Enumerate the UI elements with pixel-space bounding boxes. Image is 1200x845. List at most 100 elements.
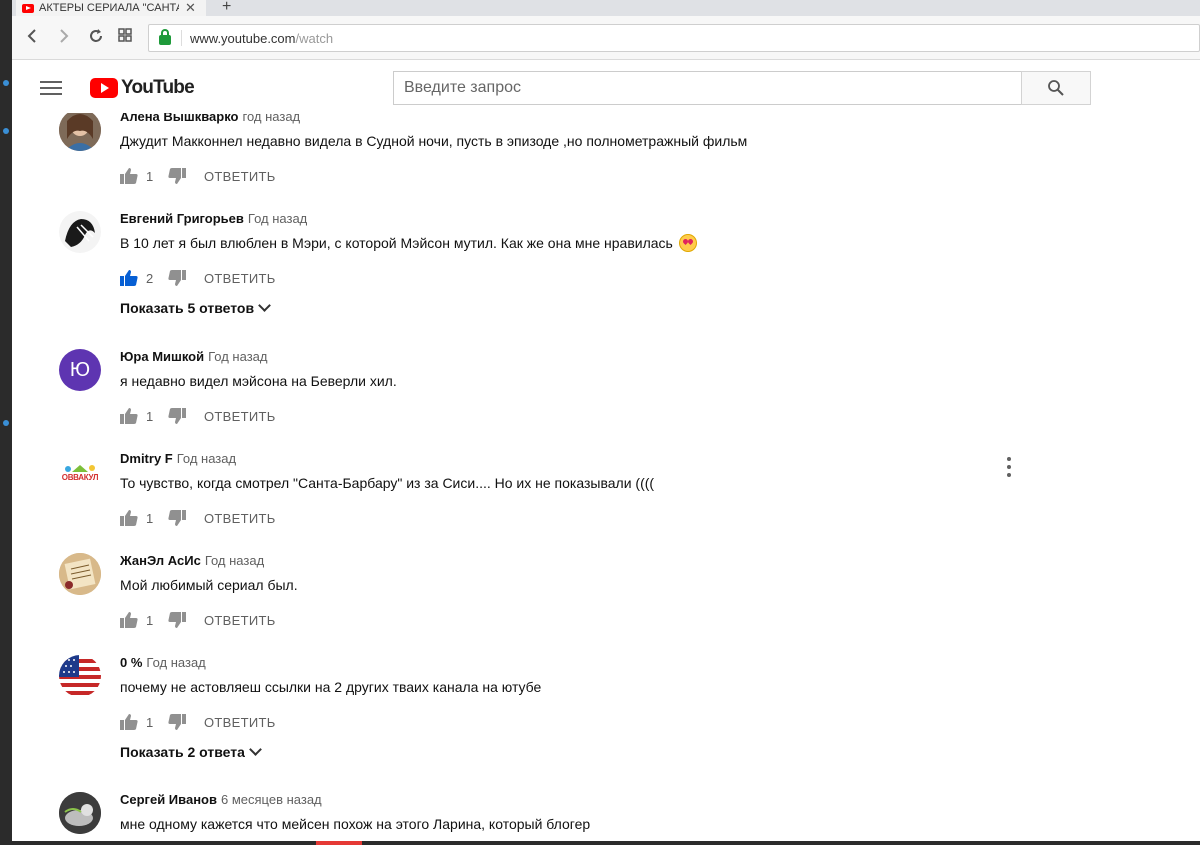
comment-author[interactable]: Алена Вышкварко	[120, 113, 239, 124]
comment-text-row: В 10 лет я был влюблен в Мэри, с которой…	[120, 233, 1020, 253]
comment-text: То чувство, когда смотрел "Санта-Барбару…	[120, 475, 655, 491]
address-bar[interactable]: www.youtube.com /watch	[148, 24, 1200, 52]
comment-body: ЖанЭл АсИс Год назад Мой любимый сериал б…	[120, 553, 1020, 630]
search-button[interactable]	[1021, 71, 1091, 105]
guide-menu-icon[interactable]	[40, 81, 62, 95]
comment-author[interactable]: Dmitry F	[120, 451, 173, 466]
show-replies-button[interactable]: Показать 2 ответа	[120, 743, 1020, 760]
avatar[interactable]	[59, 655, 101, 697]
us-flag-icon	[59, 655, 101, 697]
comment-time[interactable]: 6 месяцев назад	[221, 792, 322, 807]
avatar[interactable]: ОВВАКУЛ	[59, 451, 101, 493]
comment-text: мне одному кажется что мейсен похож на э…	[120, 816, 591, 832]
comment-body: 0 % Год назад почему не астовляеш ссылки …	[120, 655, 1020, 760]
search-input[interactable]	[393, 71, 1021, 105]
comment-body: Алена Вышкварко год назад Джудит Макконне…	[120, 113, 1020, 186]
like-count: 2	[146, 270, 154, 286]
reply-button[interactable]: ОТВЕТИТЬ	[204, 169, 276, 184]
strip-dot	[3, 80, 9, 86]
comment-text: почему не астовляеш ссылки на 2 других т…	[120, 679, 542, 695]
avatar[interactable]	[59, 113, 101, 151]
avatar-text: ОВВАКУЛ	[61, 472, 99, 482]
comment-actions: 1 ОТВЕТИТЬ	[120, 406, 1020, 426]
thumbs-down-icon[interactable]	[168, 510, 186, 526]
comment-author[interactable]: Евгений Григорьев	[120, 211, 244, 226]
speed-dial-icon[interactable]	[118, 28, 132, 42]
comment-time[interactable]: Год назад	[177, 451, 236, 466]
comment-actions: 2 ОТВЕТИТЬ	[120, 268, 1020, 288]
tab-close-icon[interactable]: ✕	[185, 0, 196, 16]
thumbs-up-icon[interactable]	[120, 714, 138, 730]
thumbs-down-icon[interactable]	[168, 408, 186, 424]
heart-eyes-emoji-icon	[678, 234, 697, 252]
new-tab-button[interactable]: +	[222, 0, 231, 16]
youtube-logo-text: YouTube	[121, 77, 195, 98]
reply-button[interactable]: ОТВЕТИТЬ	[204, 613, 276, 628]
address-separator	[181, 30, 182, 46]
comment-body: Сергей Иванов 6 месяцев назад мне одному …	[120, 792, 1020, 834]
thumbs-up-icon[interactable]	[120, 168, 138, 184]
comment-text: Джудит Макконнел недавно видела в Судной…	[120, 133, 748, 149]
comment-text: Мой любимый сериал был.	[120, 577, 298, 593]
thumbs-up-icon[interactable]	[120, 270, 138, 286]
left-window-strip	[0, 0, 12, 845]
thumbs-up-icon[interactable]	[120, 408, 138, 424]
show-replies-label: Показать 5 ответов	[120, 300, 255, 316]
youtube-masthead: YouTube	[12, 61, 1200, 113]
reload-icon[interactable]	[88, 28, 104, 44]
thumbs-down-icon[interactable]	[168, 714, 186, 730]
thumbs-down-icon[interactable]	[168, 612, 186, 628]
like-count: 1	[146, 408, 154, 424]
comment-body: Dmitry F Год назад То чувство, когда смот…	[120, 451, 1020, 528]
comment-author[interactable]: 0 %	[120, 655, 142, 670]
comment-author[interactable]: Юра Мишкой	[120, 349, 204, 364]
show-replies-label: Показать 2 ответа	[120, 744, 245, 760]
browser-tab[interactable]: АКТЕРЫ СЕРИАЛА "САНТА ✕	[16, 0, 206, 16]
thumbs-up-icon[interactable]	[120, 612, 138, 628]
youtube-logo[interactable]: YouTube	[90, 77, 195, 99]
reply-button[interactable]: ОТВЕТИТЬ	[204, 409, 276, 424]
comment-actions: 1 ОТВЕТИТЬ	[120, 610, 1020, 630]
comment-time[interactable]: год назад	[243, 113, 301, 124]
thumbs-down-icon[interactable]	[168, 168, 186, 184]
chevron-down-icon	[249, 743, 262, 756]
comment-actions: 1 ОТВЕТИТЬ	[120, 712, 1020, 732]
comment-body: Юра Мишкой Год назад я недавно видел мэйс…	[120, 349, 1020, 426]
youtube-favicon-icon	[22, 3, 34, 13]
comment-text: В 10 лет я был влюблен в Мэри, с которой…	[120, 235, 673, 251]
avatar[interactable]	[59, 792, 101, 834]
reply-button[interactable]: ОТВЕТИТЬ	[204, 271, 276, 286]
comment-text: я недавно видел мэйсона на Беверли хил.	[120, 373, 397, 389]
comment-menu-icon[interactable]	[1007, 457, 1013, 477]
comment-time[interactable]: Год назад	[205, 553, 264, 568]
comment-author[interactable]: ЖанЭл АсИс	[120, 553, 201, 568]
forward-icon[interactable]	[58, 28, 70, 44]
comment-time[interactable]: Год назад	[208, 349, 267, 364]
like-count: 1	[146, 714, 154, 730]
reply-button[interactable]: ОТВЕТИТЬ	[204, 511, 276, 526]
reply-button[interactable]: ОТВЕТИТЬ	[204, 715, 276, 730]
avatar[interactable]: Ю	[59, 349, 101, 391]
thumbs-down-icon[interactable]	[168, 270, 186, 286]
like-count: 1	[146, 168, 154, 184]
comment-time[interactable]: Год назад	[248, 211, 307, 226]
taskbar-edge	[12, 841, 1200, 845]
comment-author[interactable]: Сергей Иванов	[120, 792, 217, 807]
like-count: 1	[146, 510, 154, 526]
avatar-graphic	[65, 464, 95, 472]
comment-actions: 1 ОТВЕТИТЬ	[120, 508, 1020, 528]
avatar[interactable]	[59, 211, 101, 253]
show-replies-button[interactable]: Показать 5 ответов	[120, 299, 1020, 316]
tab-title: АКТЕРЫ СЕРИАЛА "САНТА	[39, 2, 179, 14]
comments-section: Алена Вышкварко год назад Джудит Макконне…	[12, 113, 1200, 845]
taskbar-active-indicator	[316, 841, 362, 845]
avatar[interactable]	[59, 553, 101, 595]
comment-time[interactable]: Год назад	[146, 655, 205, 670]
thumbs-up-icon[interactable]	[120, 510, 138, 526]
youtube-play-icon	[90, 78, 118, 98]
strip-dot	[3, 420, 9, 426]
browser-nav-bar: www.youtube.com /watch	[12, 16, 1200, 60]
comment-body: Евгений Григорьев Год назад В 10 лет я бы…	[120, 211, 1020, 316]
chevron-down-icon	[258, 299, 271, 312]
back-icon[interactable]	[26, 28, 38, 44]
